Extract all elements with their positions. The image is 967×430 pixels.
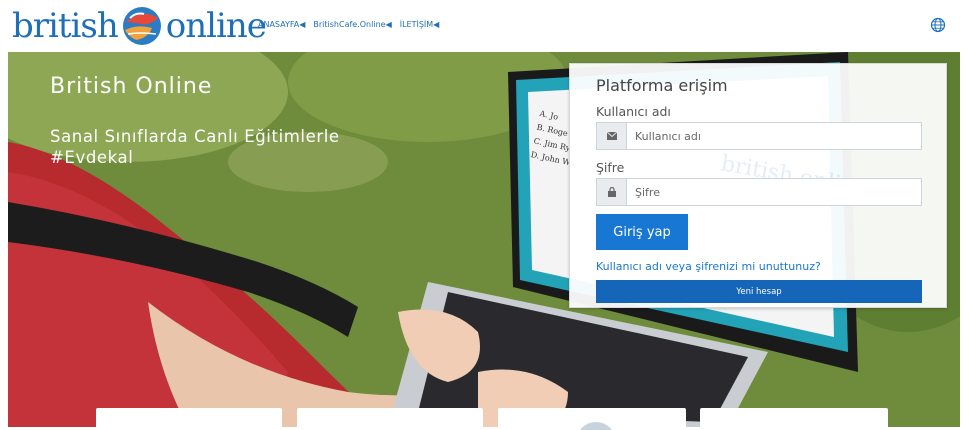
login-card: british online Platforma erişim Kullanıc… [569, 63, 947, 308]
username-input[interactable] [627, 123, 921, 149]
feature-card[interactable] [297, 408, 483, 430]
feature-card[interactable] [498, 408, 686, 430]
feature-card[interactable] [700, 408, 888, 430]
hero-subtitle: Sanal Sınıflarda Canlı Eğitimlerle #Evde… [50, 126, 430, 168]
forgot-password-link[interactable]: Kullanıcı adı veya şifrenizi mi unuttunu… [596, 260, 821, 273]
hero-subtitle-line1: Sanal Sınıflarda Canlı Eğitimlerle [50, 127, 340, 146]
nav-home[interactable]: ANASAYFA◀ [258, 20, 305, 29]
envelope-icon [597, 123, 627, 149]
nav-britishcafe[interactable]: BritishCafe.Online◀ [313, 20, 391, 29]
hero-title: British Online [50, 74, 213, 99]
login-button[interactable]: Giriş yap [596, 214, 688, 250]
logo-word-online: online [165, 6, 267, 46]
site-logo[interactable]: british online [12, 4, 267, 48]
hero-subtitle-line2: #Evdekal [50, 148, 134, 167]
username-field [596, 122, 922, 150]
logo-globe-icon [122, 7, 161, 45]
lock-icon [597, 179, 627, 205]
new-account-button[interactable]: Yeni hesap [596, 280, 922, 303]
password-label: Şifre [596, 160, 625, 175]
login-title: Platforma erişim [596, 76, 728, 95]
globe-icon[interactable] [930, 17, 946, 33]
password-field [596, 178, 922, 206]
username-label: Kullanıcı adı [596, 104, 671, 119]
feature-card[interactable] [96, 408, 282, 430]
password-input[interactable] [627, 179, 921, 205]
site-header: british online ANASAYFA◀ BritishCafe.Onl… [0, 0, 967, 52]
main-nav: ANASAYFA◀ BritishCafe.Online◀ İLETİŞİM◀ [258, 20, 439, 29]
nav-contact[interactable]: İLETİŞİM◀ [400, 20, 440, 29]
logo-word-british: british [12, 6, 119, 46]
feature-card-image [576, 422, 616, 430]
